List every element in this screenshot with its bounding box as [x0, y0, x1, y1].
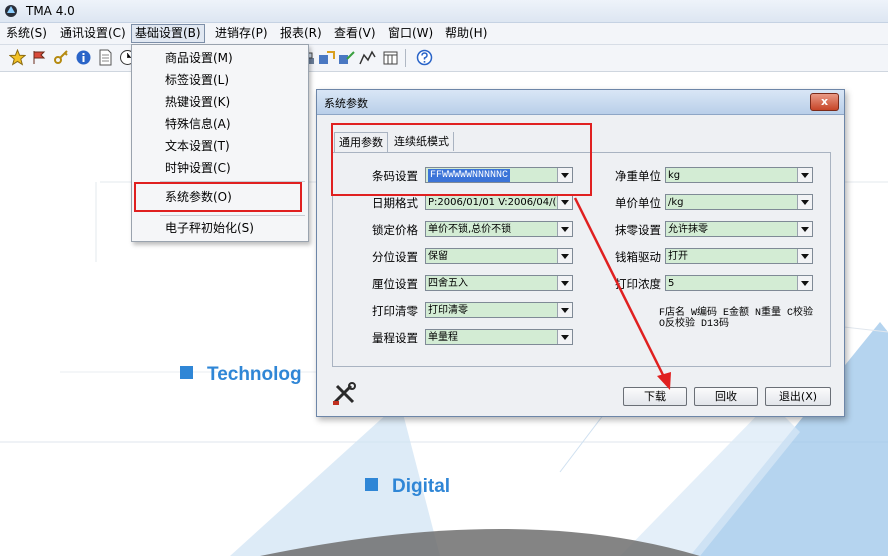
chevron-down-icon[interactable] [797, 276, 812, 290]
info-icon[interactable] [75, 49, 92, 66]
cent-setting-select[interactable]: 保留 [425, 248, 573, 264]
chevron-down-icon[interactable] [797, 222, 812, 236]
key-icon[interactable] [53, 49, 70, 66]
highlight-box [134, 182, 302, 212]
tools-icon [332, 382, 356, 405]
rounding-label: 抹零设置 [615, 223, 661, 237]
bullet-square [365, 478, 378, 491]
close-icon: x [820, 95, 829, 108]
chevron-down-icon[interactable] [557, 249, 572, 263]
menu-separator [160, 215, 305, 216]
help-icon[interactable] [416, 49, 433, 66]
menu-basic-settings[interactable]: 基础设置(B) [131, 24, 205, 43]
app-logo-icon [5, 5, 17, 17]
chevron-down-icon[interactable] [557, 195, 572, 209]
bullet-square [180, 366, 193, 379]
calendar-icon[interactable] [382, 49, 399, 66]
chevron-down-icon[interactable] [557, 303, 572, 317]
download-button[interactable]: 下载 [623, 387, 687, 406]
flag-icon[interactable] [31, 49, 48, 66]
print-density-label: 打印浓度 [615, 277, 661, 291]
menu-view[interactable]: 查看(V) [331, 25, 379, 42]
date-format-select[interactable]: P:2006/01/01 V:2006/04/( [425, 194, 573, 210]
mill-setting-select[interactable]: 四舍五入 [425, 275, 573, 291]
menu-help[interactable]: 帮助(H) [442, 25, 490, 42]
range-setting-select[interactable]: 单量程 [425, 329, 573, 345]
star-icon[interactable] [8, 48, 27, 66]
mill-setting-label: 厘位设置 [372, 277, 418, 291]
lock-price-select[interactable]: 单价不锁,总价不锁 [425, 221, 573, 237]
cash-drawer-select[interactable]: 打开 [665, 248, 813, 264]
menu-item-scale-init[interactable]: 电子秤初始化(S) [132, 218, 308, 239]
date-format-label: 日期格式 [372, 196, 418, 210]
legend-line: O反校验 D13码 [659, 319, 730, 330]
rounding-select[interactable]: 允许抹零 [665, 221, 813, 237]
print-clear-select[interactable]: 打印清零 [425, 302, 573, 318]
lock-price-label: 锁定价格 [372, 223, 418, 237]
chevron-down-icon[interactable] [797, 195, 812, 209]
highlight-box [331, 123, 592, 196]
menu-item-product-settings[interactable]: 商品设置(M) [132, 48, 308, 69]
recall-button[interactable]: 回收 [694, 387, 758, 406]
unit-price-unit-label: 单价单位 [615, 196, 661, 210]
menu-item-label-settings[interactable]: 标签设置(L) [132, 70, 308, 91]
window-title: TMA 4.0 [26, 4, 75, 18]
menu-bar: 系统(S) 通讯设置(C) 基础设置(B) 进销存(P) 报表(R) 查看(V)… [0, 23, 888, 45]
menu-window[interactable]: 窗口(W) [385, 25, 436, 42]
range-setting-label: 量程设置 [372, 331, 418, 345]
menu-item-hotkey-settings[interactable]: 热键设置(K) [132, 92, 308, 113]
menu-system[interactable]: 系统(S) [3, 25, 50, 42]
net-weight-unit-label: 净重单位 [615, 169, 661, 183]
exit-button[interactable]: 退出(X) [765, 387, 831, 406]
title-bar: TMA 4.0 [0, 0, 888, 23]
menu-item-clock-settings[interactable]: 时钟设置(C) [132, 158, 308, 179]
chevron-down-icon[interactable] [557, 330, 572, 344]
cash-drawer-label: 钱箱驱动 [615, 250, 661, 264]
barcode-legend: F店名 W编码 E金额 N重量 C校验 O反校验 D13码 [659, 308, 829, 330]
chevron-down-icon[interactable] [797, 168, 812, 182]
menu-item-text-settings[interactable]: 文本设置(T) [132, 136, 308, 157]
chart-icon[interactable] [359, 49, 376, 66]
dialog-title: 系统参数 [324, 97, 368, 110]
toolbar-separator [405, 49, 406, 67]
chevron-down-icon[interactable] [557, 222, 572, 236]
chevron-down-icon[interactable] [797, 249, 812, 263]
unit-price-unit-select[interactable]: /kg [665, 194, 813, 210]
menu-item-special-info[interactable]: 特殊信息(A) [132, 114, 308, 135]
print-clear-label: 打印清零 [372, 304, 418, 318]
digital-label: Digital [365, 476, 450, 498]
technology-label: Technolog [180, 364, 302, 386]
legend-line: F店名 W编码 E金额 N重量 C校验 [659, 308, 814, 319]
basic-settings-dropdown: 商品设置(M) 标签设置(L) 热键设置(K) 特殊信息(A) 文本设置(T) … [131, 44, 309, 242]
chevron-down-icon[interactable] [557, 276, 572, 290]
menu-inventory[interactable]: 进销存(P) [212, 25, 271, 42]
cent-setting-label: 分位设置 [372, 250, 418, 264]
document-icon[interactable] [97, 49, 114, 66]
menu-reports[interactable]: 报表(R) [277, 25, 325, 42]
receive-icon[interactable] [338, 49, 355, 66]
send-icon[interactable] [318, 49, 335, 66]
menu-comm-settings[interactable]: 通讯设置(C) [57, 25, 129, 42]
close-button[interactable]: x [810, 93, 839, 111]
net-weight-unit-select[interactable]: kg [665, 167, 813, 183]
system-params-dialog: 系统参数 x 通用参数 连续纸模式 条码设置 FFWWWWWNNNNNC 日期格… [316, 89, 845, 417]
print-density-select[interactable]: 5 [665, 275, 813, 291]
dialog-title-bar: 系统参数 x [317, 90, 844, 115]
